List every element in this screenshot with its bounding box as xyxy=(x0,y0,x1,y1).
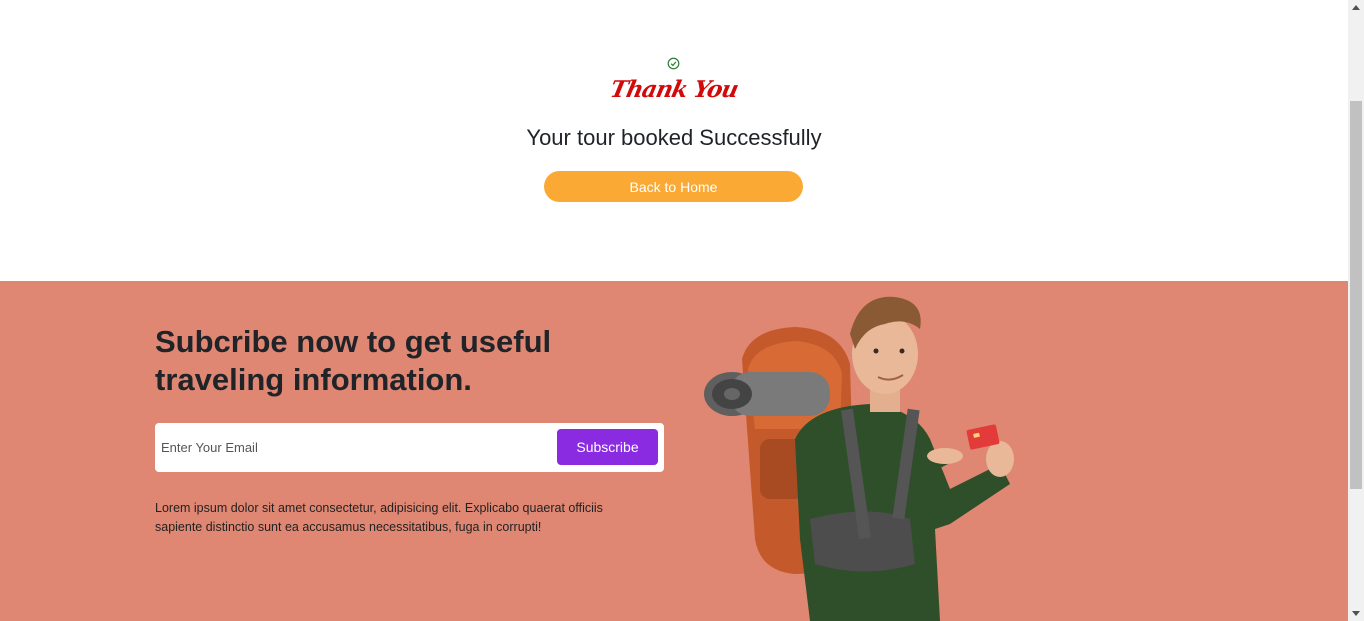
scroll-down-arrow-icon[interactable] xyxy=(1352,611,1360,616)
thank-you-script-text: Thank You xyxy=(607,76,741,103)
subscribe-button[interactable]: Subscribe xyxy=(557,429,658,465)
newsletter-section: Subcribe now to get useful traveling inf… xyxy=(0,281,1348,621)
traveler-with-backpack-image xyxy=(704,296,1014,621)
page: Thank You Your tour booked Successfully … xyxy=(0,0,1364,621)
vertical-scrollbar[interactable] xyxy=(1348,0,1364,621)
newsletter-title: Subcribe now to get useful traveling inf… xyxy=(155,324,552,397)
check-circle-icon xyxy=(667,57,680,70)
email-subscribe-form: Subscribe xyxy=(155,423,664,472)
back-to-home-button[interactable]: Back to Home xyxy=(544,171,803,202)
booking-success-title: Your tour booked Successfully xyxy=(526,125,822,150)
scroll-up-arrow-icon[interactable] xyxy=(1352,5,1360,10)
email-input[interactable] xyxy=(161,432,551,462)
scrollbar-thumb[interactable] xyxy=(1350,101,1362,489)
newsletter-description: Lorem ipsum dolor sit amet consectetur, … xyxy=(155,501,603,534)
thank-you-section: Thank You Your tour booked Successfully … xyxy=(0,0,1348,281)
